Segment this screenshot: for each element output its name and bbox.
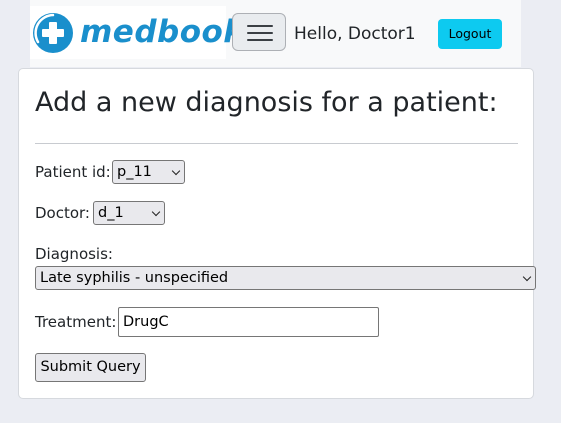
page-title: Add a new diagnosis for a patient: <box>35 87 498 118</box>
brand-name: medbook <box>80 14 245 50</box>
logout-button[interactable]: Logout <box>438 19 502 49</box>
diagnosis-label: Diagnosis: <box>35 245 113 263</box>
medical-cross-icon <box>33 13 73 53</box>
divider <box>35 143 518 144</box>
chevron-down-icon <box>151 207 161 217</box>
diagnosis-form-card: Add a new diagnosis for a patient: <box>18 68 534 399</box>
patient-id-select[interactable]: p_11 <box>112 160 185 184</box>
menu-toggle-button[interactable] <box>232 13 286 51</box>
patient-id-label: Patient id: <box>35 163 111 181</box>
hamburger-icon-bar <box>247 32 273 34</box>
doctor-value: d_1 <box>98 205 124 221</box>
diagnosis-select[interactable]: Late syphilis - unspecified <box>35 266 536 290</box>
hamburger-icon-bar <box>247 39 273 41</box>
hamburger-icon <box>247 25 273 27</box>
submit-button[interactable]: Submit Query <box>35 353 146 382</box>
treatment-label: Treatment: <box>35 313 117 331</box>
doctor-select[interactable]: d_1 <box>93 201 165 225</box>
doctor-label: Doctor: <box>35 204 90 222</box>
patient-id-value: p_11 <box>117 164 152 180</box>
chevron-down-icon <box>171 166 181 176</box>
chevron-down-icon <box>522 272 532 282</box>
diagnosis-value: Late syphilis - unspecified <box>40 270 229 286</box>
brand-logo[interactable]: medbook <box>30 6 244 59</box>
user-greeting: Hello, Doctor1 <box>294 24 416 44</box>
treatment-input[interactable]: DrugC <box>118 307 379 337</box>
